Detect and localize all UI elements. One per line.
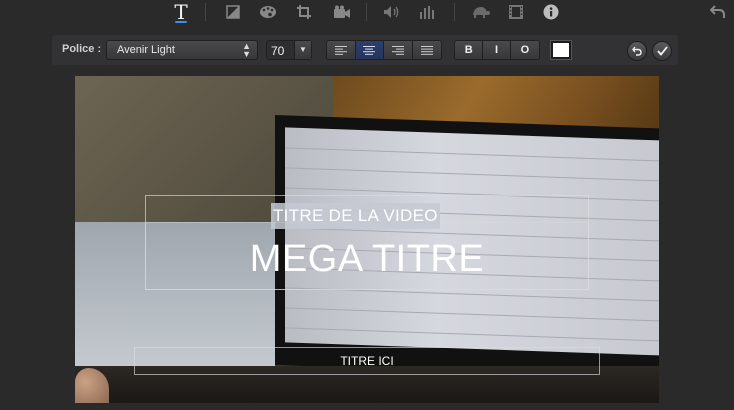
color-balance-tool-button[interactable]	[219, 0, 247, 24]
undo-arrow-icon	[710, 5, 725, 18]
font-select-value: Avenir Light	[117, 44, 175, 56]
info-icon	[543, 4, 559, 20]
align-right-icon	[391, 45, 404, 55]
volume-tool-button[interactable]	[378, 0, 406, 24]
undo-button[interactable]	[704, 0, 732, 24]
font-size-value: 70	[271, 44, 285, 58]
toolbar-divider	[454, 3, 455, 21]
outline-button[interactable]: O	[510, 41, 539, 59]
text-style-segmented-control: B I O	[454, 40, 540, 60]
toolbar-divider	[366, 3, 367, 21]
align-right-button[interactable]	[384, 41, 413, 59]
text-tool-button[interactable]: T	[167, 0, 195, 24]
justify-button[interactable]	[412, 41, 441, 59]
alignment-segmented-control	[326, 40, 442, 60]
align-center-button[interactable]	[355, 41, 384, 59]
italic-button[interactable]: I	[483, 41, 511, 59]
clip-filter-tool-button[interactable]	[502, 0, 530, 24]
info-tool-button[interactable]	[537, 0, 565, 24]
crop-tool-button[interactable]	[290, 0, 318, 24]
revert-button[interactable]	[627, 41, 647, 61]
speed-tool-button[interactable]	[466, 0, 494, 24]
bold-button[interactable]: B	[455, 41, 484, 59]
apply-button[interactable]	[652, 41, 672, 61]
crop-icon	[297, 5, 311, 19]
title-lower-text[interactable]: TITRE ICI	[134, 347, 600, 375]
equalizer-icon	[420, 6, 434, 19]
text-color-well[interactable]	[550, 40, 572, 60]
text-format-bar: Police : Avenir Light ▲ ▼ 70 ▼ B I O	[52, 35, 678, 65]
align-left-icon	[334, 45, 347, 55]
font-label: Police :	[62, 43, 102, 55]
justify-icon	[420, 45, 433, 55]
toolbar-divider	[205, 3, 206, 21]
chevron-down-icon[interactable]: ▼	[294, 41, 311, 59]
color-balance-icon	[226, 5, 240, 19]
noise-reduction-tool-button[interactable]	[414, 0, 442, 24]
title-top-text[interactable]: TITRE DE LA VIDEO	[271, 203, 440, 229]
color-correction-tool-button[interactable]	[254, 0, 282, 24]
text-T-icon: T	[174, 0, 188, 24]
revert-icon	[632, 46, 642, 56]
stabilization-tool-button[interactable]	[328, 0, 356, 24]
text-color-swatch	[553, 43, 569, 57]
font-size-field[interactable]: 70 ▼	[266, 40, 312, 60]
palette-icon	[260, 6, 276, 18]
align-center-icon	[363, 45, 376, 55]
turtle-icon	[473, 7, 490, 18]
adjustment-toolbar: T	[0, 0, 734, 28]
font-select[interactable]: Avenir Light ▲ ▼	[106, 40, 258, 60]
align-left-button[interactable]	[327, 41, 356, 59]
video-camera-icon	[334, 5, 350, 18]
title-main-text[interactable]: MEGA TITRE	[145, 232, 589, 286]
speaker-icon	[384, 6, 399, 18]
film-strip-icon	[509, 5, 523, 19]
updown-chevron-icon: ▲ ▼	[242, 41, 251, 59]
checkmark-icon	[656, 46, 668, 56]
